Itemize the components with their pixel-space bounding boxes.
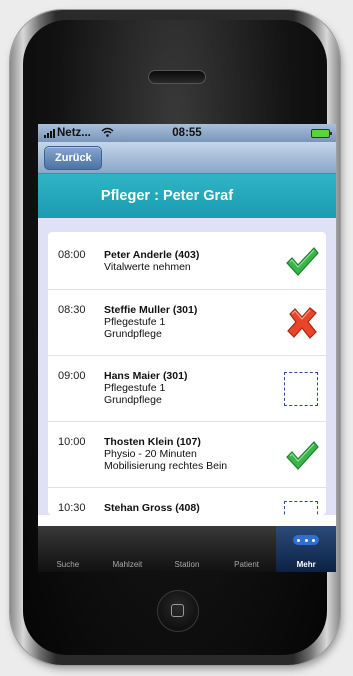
patient-name: Thosten Klein (107) xyxy=(104,436,201,448)
task-detail: Physio - 20 Minuten xyxy=(104,448,197,460)
status-bar: Netz... 08:55 xyxy=(38,124,336,142)
tab-bar: Suche Mahlzeit Station Patient Mehr xyxy=(38,526,336,572)
more-icon xyxy=(293,535,320,545)
task-detail: Pflegestufe 1 xyxy=(104,316,166,328)
empty-checkbox-icon xyxy=(278,356,326,421)
appointment-list: 08:00 Peter Anderle (403) Vitalwerte nehme… xyxy=(48,232,326,515)
tab-patient[interactable]: Patient xyxy=(217,526,277,572)
appointment-row[interactable]: 08:30 Steffie Muller (301) Pflegestufe 1 Gr… xyxy=(48,290,326,356)
page-title: Pfleger : Peter Graf xyxy=(38,174,336,218)
battery-icon xyxy=(311,128,332,138)
check-icon xyxy=(278,422,326,487)
tab-suche[interactable]: Suche xyxy=(38,526,98,572)
tab-mehr[interactable]: Mehr xyxy=(276,526,336,572)
speaker-grille xyxy=(148,70,206,84)
tab-label: Station xyxy=(174,560,200,569)
tab-label: Mahlzeit xyxy=(112,560,143,569)
appointment-time: 10:00 xyxy=(58,436,86,448)
appointment-time: 08:30 xyxy=(58,304,86,316)
appointment-time: 09:00 xyxy=(58,370,86,382)
appointment-info: Thosten Klein (107) Physio - 20 Minuten Mo… xyxy=(104,422,278,487)
tab-label: Mehr xyxy=(296,560,316,569)
task-detail: Mobilisierung rechtes Bein xyxy=(104,460,228,472)
task-detail: Grundpflege xyxy=(104,328,162,340)
appointment-info: Hans Maier (301) Pflegestufe 1 Grundpflege xyxy=(104,356,278,421)
appointment-row[interactable]: 08:00 Peter Anderle (403) Vitalwerte nehme… xyxy=(48,232,326,290)
navigation-bar: Zurück xyxy=(38,142,336,174)
patient-name: Stehan Gross (408) xyxy=(104,502,200,514)
appointment-row[interactable]: 09:00 Hans Maier (301) Pflegestufe 1 Grundp… xyxy=(48,356,326,422)
appointment-time: 08:00 xyxy=(58,249,86,261)
cross-icon xyxy=(278,290,326,355)
back-button[interactable]: Zurück xyxy=(44,145,102,170)
patient-name: Hans Maier (301) xyxy=(104,370,188,382)
appointment-info: Stehan Gross (408) xyxy=(104,488,278,515)
patient-name: Peter Anderle (403) xyxy=(104,249,200,261)
tab-label: Suche xyxy=(56,560,80,569)
home-button[interactable] xyxy=(157,590,199,632)
home-square-icon xyxy=(171,604,184,617)
task-detail: Grundpflege xyxy=(104,394,162,406)
appointment-info: Peter Anderle (403) Vitalwerte nehmen xyxy=(104,232,278,289)
appointment-row[interactable]: 10:30 Stehan Gross (408) xyxy=(48,488,326,515)
tab-mahlzeit[interactable]: Mahlzeit xyxy=(98,526,158,572)
appointment-time: 10:30 xyxy=(58,502,86,514)
tab-station[interactable]: Station xyxy=(157,526,217,572)
schedule-area: 08:00 Peter Anderle (403) Vitalwerte nehme… xyxy=(38,218,336,515)
appointment-row[interactable]: 10:00 Thosten Klein (107) Physio - 20 Minu… xyxy=(48,422,326,488)
appointment-info: Steffie Muller (301) Pflegestufe 1 Grundpf… xyxy=(104,290,278,355)
task-detail: Vitalwerte nehmen xyxy=(104,261,191,273)
task-detail: Pflegestufe 1 xyxy=(104,382,166,394)
empty-checkbox-icon xyxy=(278,488,326,515)
status-time: 08:55 xyxy=(172,127,202,139)
check-icon xyxy=(278,232,326,289)
app-screen: Netz... 08:55 Zurück Pfleger : Peter Gra… xyxy=(38,124,336,572)
tab-label: Patient xyxy=(234,560,260,569)
patient-name: Steffie Muller (301) xyxy=(104,304,198,316)
